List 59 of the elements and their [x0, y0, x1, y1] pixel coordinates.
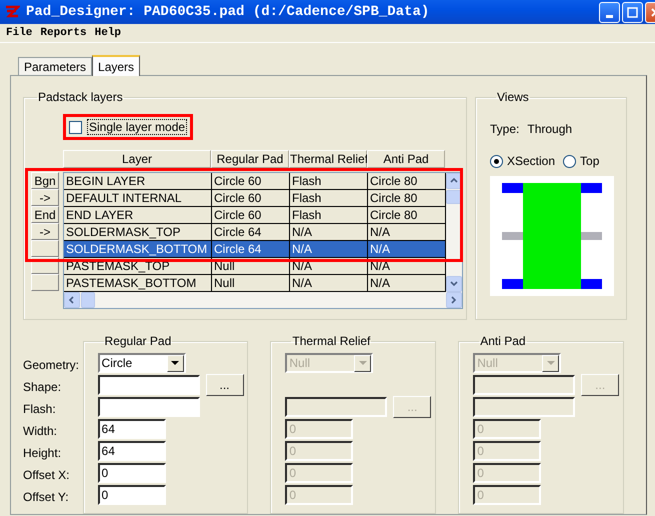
browse-button[interactable]: ... — [206, 374, 244, 396]
group-title: Views — [496, 90, 530, 104]
table-row[interactable]: BEGIN LAYER Circle 60 Flash Circle 80 — [64, 173, 446, 190]
window-title: Pad_Designer: PAD60C35.pad (d:/Cadence/SPB_Data) — [26, 4, 430, 20]
layer-row-button[interactable] — [31, 274, 59, 291]
minimize-icon — [606, 14, 613, 18]
group-title: Padstack layers — [37, 90, 124, 104]
table-row[interactable]: DEFAULT INTERNAL Circle 60 Flash Circle 80 — [64, 190, 446, 207]
field-label: Geometry: — [23, 357, 80, 374]
menu-item[interactable]: Help — [90, 27, 126, 39]
dropdown-arrow-icon — [171, 360, 180, 366]
minimize-button[interactable] — [599, 2, 620, 22]
field-label: Flash: — [23, 401, 57, 418]
tab[interactable]: Layers — [92, 55, 140, 76]
scroll-thumb[interactable] — [81, 292, 95, 308]
group-title: Regular Pad — [104, 334, 172, 348]
maximize-icon — [627, 6, 638, 18]
horizontal-scrollbar[interactable] — [64, 292, 462, 308]
field-label: Offset Y: — [23, 489, 70, 506]
layer-row-button[interactable]: -> — [31, 223, 59, 240]
type-label: Type: — [490, 122, 520, 136]
layer-row-button[interactable] — [31, 240, 59, 257]
dropdown-arrow-icon — [546, 360, 555, 366]
table-row[interactable]: END LAYER Circle 60 Flash Circle 80 — [64, 207, 446, 224]
field-label: Width: — [23, 423, 58, 440]
layer-row-button[interactable]: Bgn — [31, 172, 59, 189]
menu-item[interactable]: File — [2, 27, 36, 39]
field-label: Height: — [23, 445, 62, 462]
input-field[interactable]: 64 — [98, 441, 166, 461]
scroll-down-icon[interactable] — [446, 276, 462, 292]
app-icon — [4, 4, 20, 20]
group-title: Anti Pad — [479, 334, 527, 348]
field-label: Offset X: — [23, 467, 70, 484]
menu-item[interactable]: Reports — [36, 27, 91, 39]
view-radio[interactable]: XSection — [490, 154, 556, 168]
layer-row-button[interactable]: End — [31, 206, 59, 223]
field-label: Shape: — [23, 379, 62, 396]
group-title: Thermal Relief — [291, 334, 372, 348]
table-row[interactable]: PASTEMASK_BOTTOM Null N/A N/A — [64, 275, 446, 292]
table-row[interactable]: SOLDERMASK_BOTTOM Circle 64 N/A N/A — [64, 241, 446, 258]
input-field[interactable]: 0 — [98, 463, 166, 483]
scroll-left-icon[interactable] — [64, 292, 80, 308]
tab[interactable]: Parameters — [18, 57, 92, 75]
scroll-right-icon[interactable] — [446, 292, 462, 308]
input-field[interactable]: 0 — [98, 485, 166, 505]
geometry-dropdown[interactable]: Circle — [98, 353, 186, 373]
column-header[interactable]: Regular Pad — [211, 150, 289, 168]
maximize-button[interactable] — [622, 2, 643, 22]
table-row[interactable]: SOLDERMASK_TOP Circle 64 N/A N/A — [64, 224, 446, 241]
column-header[interactable]: Anti Pad — [367, 150, 445, 168]
type-value: Through — [527, 122, 572, 136]
column-header[interactable]: Thermal Relief — [289, 150, 367, 168]
layer-row-button[interactable]: -> — [31, 189, 59, 206]
dropdown-arrow-icon — [358, 360, 367, 366]
input-field[interactable]: 64 — [98, 419, 166, 439]
input-field[interactable] — [98, 375, 200, 395]
input-field[interactable] — [98, 397, 200, 417]
column-header[interactable]: Layer — [63, 150, 211, 168]
view-radio[interactable]: Top — [563, 154, 600, 168]
